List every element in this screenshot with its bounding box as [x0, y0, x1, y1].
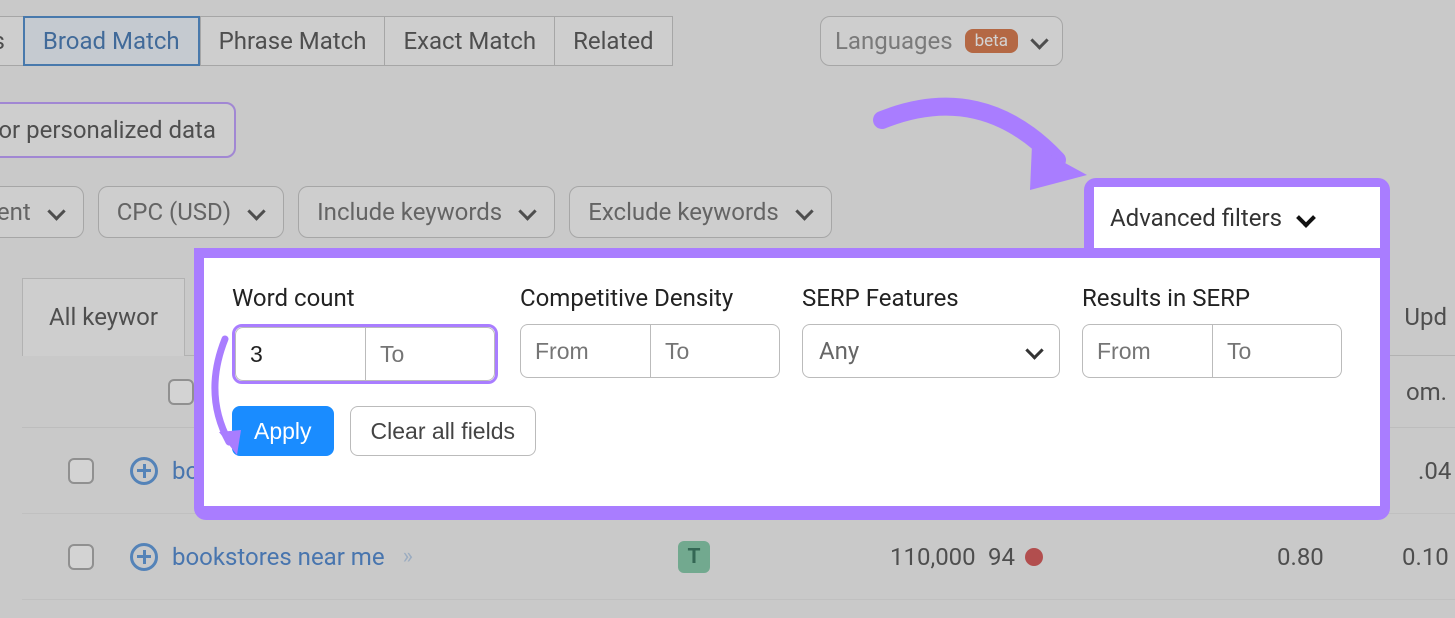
tab-related[interactable]: Related — [554, 16, 673, 66]
volume-cell: 110,000 — [890, 543, 976, 571]
tab-phrase-match[interactable]: Phrase Match — [200, 16, 385, 66]
cpc-label: CPC (USD) — [117, 198, 231, 226]
match-tabs: ds Broad Match Phrase Match Exact Match … — [0, 16, 673, 66]
tab-phrase-label: Phrase Match — [219, 27, 367, 55]
advanced-filters-popover: Word count Competitive Density SERP Feat… — [204, 258, 1380, 506]
serp-features-value: Any — [819, 337, 859, 365]
tab-prev-label: ds — [0, 27, 5, 55]
include-label: Include keywords — [317, 198, 502, 226]
tab-prev[interactable]: ds — [0, 16, 23, 66]
word-count-to-input[interactable] — [365, 327, 495, 381]
filter-pills: tent CPC (USD) Include keywords Exclude … — [0, 186, 832, 238]
serp-features-label: SERP Features — [802, 284, 1060, 312]
include-keywords-filter[interactable]: Include keywords — [298, 186, 555, 238]
updated-column: Upd — [1404, 303, 1447, 331]
personalized-label: for personalized data — [0, 116, 216, 144]
tab-exact-match[interactable]: Exact Match — [384, 16, 554, 66]
chevron-down-icon — [518, 203, 536, 221]
intent-filter[interactable]: tent — [0, 186, 84, 238]
transactional-badge: T — [678, 541, 710, 573]
word-count-range-highlight — [232, 324, 498, 384]
advanced-filters-label: Advanced filters — [1110, 204, 1282, 232]
clear-all-fields-button[interactable]: Clear all fields — [350, 406, 536, 456]
competitive-density-from-input[interactable] — [520, 324, 650, 378]
intent-badge-cell: T — [678, 541, 710, 573]
com-cell: 0.10 — [1402, 543, 1449, 571]
difficulty-dot-icon — [1025, 548, 1043, 566]
value-cell: .04 — [1418, 457, 1451, 485]
word-count-from-input[interactable] — [235, 327, 365, 381]
add-keyword-icon[interactable] — [130, 543, 158, 571]
row-checkbox[interactable] — [68, 458, 94, 484]
annotation-arrow-icon — [872, 90, 1102, 200]
chevron-down-icon — [247, 203, 265, 221]
intent-label: tent — [0, 198, 31, 226]
results-in-serp-label: Results in SERP — [1082, 284, 1342, 312]
add-keyword-icon[interactable] — [130, 457, 158, 485]
word-count-group: Word count — [232, 284, 498, 384]
all-keywords-tab[interactable]: All keywor — [22, 278, 185, 356]
kd-cell: 94 — [988, 543, 1043, 571]
chevron-down-icon — [1030, 32, 1048, 50]
tab-broad-label: Broad Match — [43, 27, 180, 55]
table-row: bookstores near me » T 110,000 94 0.80 0… — [22, 514, 1455, 600]
languages-label: Languages — [835, 27, 953, 55]
chevron-down-icon — [1296, 209, 1314, 227]
kd-value: 94 — [988, 543, 1015, 571]
keyword-link[interactable]: bookstores near me — [172, 543, 385, 571]
expand-icon[interactable]: » — [403, 544, 407, 569]
competitive-density-to-input[interactable] — [650, 324, 780, 378]
serp-features-select[interactable]: Any — [802, 324, 1060, 378]
all-keywords-label: All keywor — [49, 303, 158, 331]
row-checkbox[interactable] — [68, 544, 94, 570]
chevron-down-icon — [1025, 342, 1043, 360]
beta-badge: beta — [965, 29, 1018, 53]
serp-features-group: SERP Features Any — [802, 284, 1060, 384]
chevron-down-icon — [795, 203, 813, 221]
advanced-filters-highlight: Advanced filters — [1084, 178, 1390, 248]
personalized-data-chip[interactable]: for personalized data — [0, 102, 236, 158]
languages-dropdown[interactable]: Languages beta — [820, 16, 1063, 66]
results-to-input[interactable] — [1212, 324, 1342, 378]
tab-related-label: Related — [573, 27, 654, 55]
competitive-density-group: Competitive Density — [520, 284, 780, 384]
results-from-input[interactable] — [1082, 324, 1212, 378]
com-column: om. — [1406, 378, 1447, 406]
tab-exact-label: Exact Match — [403, 27, 536, 55]
select-all-checkbox[interactable] — [168, 379, 194, 405]
competitive-density-label: Competitive Density — [520, 284, 780, 312]
results-in-serp-group: Results in SERP — [1082, 284, 1342, 384]
apply-button[interactable]: Apply — [232, 406, 334, 456]
cpc-filter[interactable]: CPC (USD) — [98, 186, 284, 238]
tab-broad-match[interactable]: Broad Match — [23, 16, 200, 66]
exclude-keywords-filter[interactable]: Exclude keywords — [569, 186, 832, 238]
word-count-label: Word count — [232, 284, 498, 312]
advanced-filters-button[interactable]: Advanced filters — [1094, 187, 1380, 248]
chevron-down-icon — [47, 203, 65, 221]
exclude-label: Exclude keywords — [588, 198, 779, 226]
cpc-cell: 0.80 — [1277, 543, 1324, 571]
advanced-filters-popover-frame: Word count Competitive Density SERP Feat… — [194, 248, 1390, 520]
